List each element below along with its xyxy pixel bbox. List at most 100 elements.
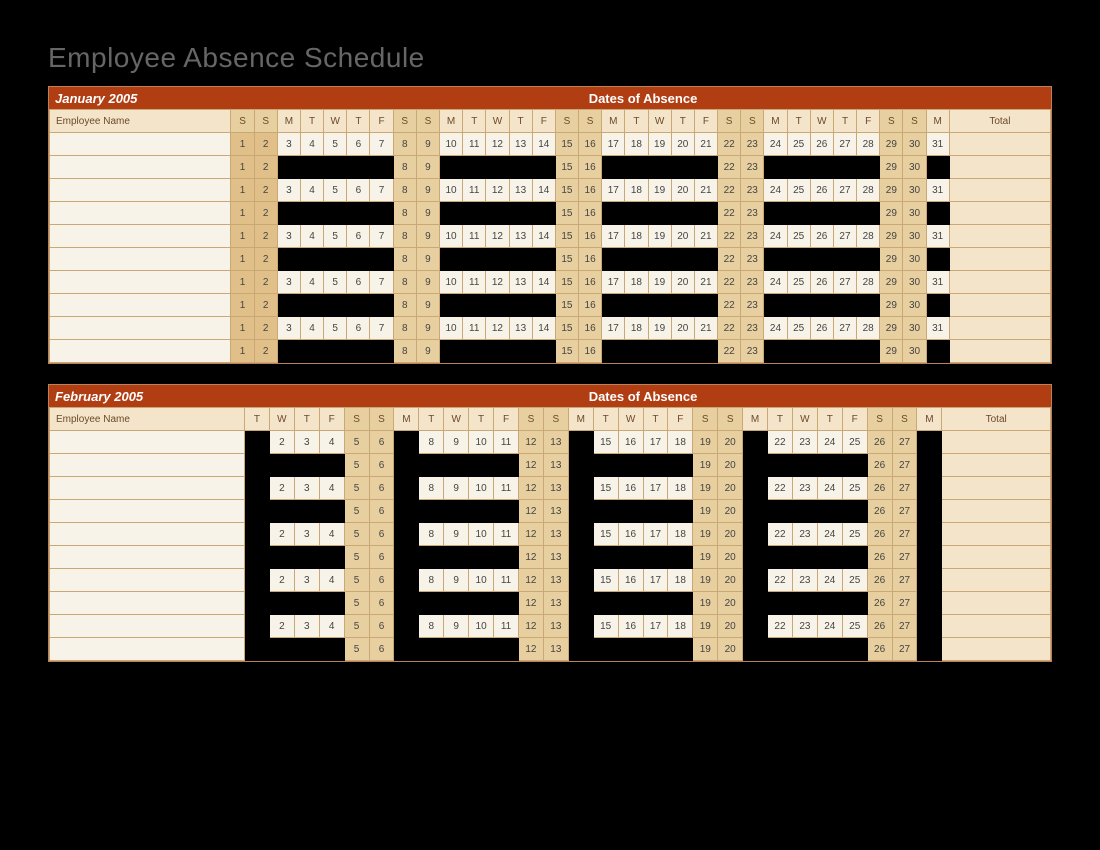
day-cell[interactable] [347,202,370,225]
day-cell[interactable]: 2 [254,248,277,271]
day-cell[interactable]: 14 [532,133,555,156]
day-cell[interactable]: 30 [903,179,926,202]
employee-name-cell[interactable] [50,248,231,271]
day-cell[interactable]: 27 [892,638,917,661]
day-cell[interactable]: 20 [671,133,694,156]
day-cell[interactable]: 25 [842,431,867,454]
day-cell[interactable]: 11 [494,615,519,638]
day-cell[interactable] [768,500,793,523]
day-cell[interactable]: 15 [555,248,578,271]
day-cell[interactable]: 12 [518,500,543,523]
day-cell[interactable]: 18 [668,523,693,546]
day-cell[interactable]: 19 [648,133,671,156]
day-cell[interactable]: 6 [369,638,394,661]
day-cell[interactable]: 16 [579,133,602,156]
day-cell[interactable] [602,202,625,225]
day-cell[interactable] [743,431,768,454]
day-cell[interactable] [743,523,768,546]
day-cell[interactable] [319,638,344,661]
day-cell[interactable]: 5 [344,638,369,661]
day-cell[interactable]: 6 [369,615,394,638]
day-cell[interactable]: 10 [469,477,494,500]
day-cell[interactable] [300,294,323,317]
day-cell[interactable] [648,340,671,363]
day-cell[interactable]: 18 [668,569,693,592]
day-cell[interactable]: 15 [593,477,618,500]
day-cell[interactable] [668,500,693,523]
day-cell[interactable]: 16 [618,477,643,500]
day-cell[interactable]: 18 [625,179,648,202]
day-cell[interactable] [394,477,419,500]
day-cell[interactable]: 23 [741,317,764,340]
day-cell[interactable]: 27 [833,317,856,340]
day-cell[interactable]: 15 [555,133,578,156]
day-cell[interactable]: 23 [741,202,764,225]
day-cell[interactable]: 12 [486,179,509,202]
employee-name-cell[interactable] [50,546,245,569]
day-cell[interactable] [347,340,370,363]
day-cell[interactable]: 19 [693,523,718,546]
day-cell[interactable]: 16 [618,615,643,638]
day-cell[interactable]: 12 [518,592,543,615]
employee-name-cell[interactable] [50,454,245,477]
day-cell[interactable] [532,156,555,179]
day-cell[interactable] [509,202,532,225]
day-cell[interactable]: 26 [867,500,892,523]
day-cell[interactable]: 22 [718,202,741,225]
day-cell[interactable]: 6 [347,317,370,340]
day-cell[interactable]: 31 [926,317,949,340]
day-cell[interactable]: 23 [741,133,764,156]
day-cell[interactable] [245,592,270,615]
day-cell[interactable] [671,202,694,225]
day-cell[interactable] [568,615,593,638]
day-cell[interactable] [486,156,509,179]
day-cell[interactable]: 31 [926,179,949,202]
day-cell[interactable] [319,454,344,477]
day-cell[interactable]: 23 [741,294,764,317]
day-cell[interactable] [568,546,593,569]
day-cell[interactable] [494,638,519,661]
day-cell[interactable] [439,294,462,317]
day-cell[interactable] [917,431,942,454]
day-cell[interactable]: 21 [694,225,717,248]
day-cell[interactable]: 11 [463,225,486,248]
day-cell[interactable]: 29 [880,133,903,156]
day-cell[interactable]: 22 [718,248,741,271]
day-cell[interactable] [792,592,817,615]
day-cell[interactable]: 31 [926,225,949,248]
day-cell[interactable] [593,592,618,615]
day-cell[interactable]: 1 [231,156,254,179]
employee-name-cell[interactable] [50,592,245,615]
day-cell[interactable]: 24 [764,179,787,202]
day-cell[interactable]: 30 [903,340,926,363]
day-cell[interactable]: 10 [469,569,494,592]
day-cell[interactable] [394,500,419,523]
day-cell[interactable] [463,202,486,225]
day-cell[interactable] [833,340,856,363]
day-cell[interactable]: 5 [344,431,369,454]
day-cell[interactable]: 4 [319,523,344,546]
day-cell[interactable]: 6 [369,569,394,592]
day-cell[interactable]: 24 [764,317,787,340]
day-cell[interactable]: 23 [792,477,817,500]
day-cell[interactable]: 13 [509,133,532,156]
day-cell[interactable]: 13 [543,546,568,569]
day-cell[interactable]: 17 [602,317,625,340]
day-cell[interactable]: 13 [509,225,532,248]
day-cell[interactable] [618,454,643,477]
day-cell[interactable] [486,340,509,363]
day-cell[interactable] [245,615,270,638]
day-cell[interactable]: 3 [294,523,319,546]
day-cell[interactable]: 8 [419,431,444,454]
day-cell[interactable]: 26 [810,133,833,156]
day-cell[interactable] [668,454,693,477]
day-cell[interactable]: 8 [393,340,416,363]
day-cell[interactable] [648,248,671,271]
day-cell[interactable] [300,202,323,225]
day-cell[interactable]: 19 [693,592,718,615]
day-cell[interactable] [300,156,323,179]
day-cell[interactable] [668,546,693,569]
day-cell[interactable] [648,156,671,179]
day-cell[interactable]: 29 [880,271,903,294]
day-cell[interactable]: 5 [344,500,369,523]
